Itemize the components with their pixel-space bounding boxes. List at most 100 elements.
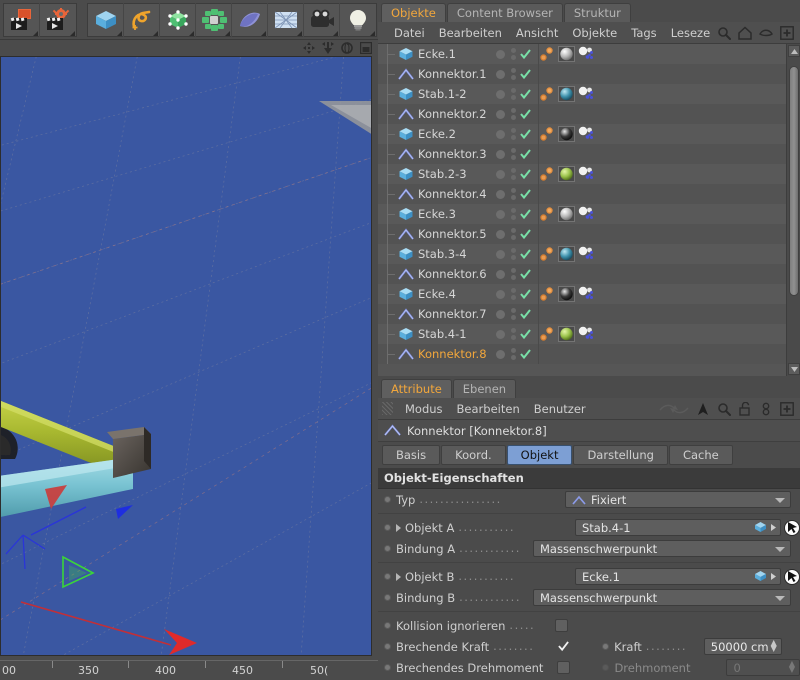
material-orange-dots[interactable] <box>538 286 555 302</box>
bindung-b-dropdown[interactable]: Massenschwerpunkt <box>533 589 791 606</box>
render-dots[interactable] <box>511 68 516 80</box>
object-row[interactable]: Konnektor.3 <box>378 144 786 164</box>
object-row[interactable]: Stab.1-2 <box>378 84 786 104</box>
panel-grip[interactable] <box>382 402 393 415</box>
material-orange-dots[interactable] <box>538 326 555 342</box>
plus-box-icon[interactable] <box>780 401 794 416</box>
object-row[interactable]: Stab.3-4 <box>378 244 786 264</box>
material-sphere-white[interactable] <box>558 206 575 222</box>
expand-arrow-icon[interactable] <box>396 572 401 581</box>
enabled-check-icon[interactable] <box>520 148 531 160</box>
camera-button[interactable] <box>304 2 340 37</box>
scroll-up-arrow[interactable] <box>788 45 800 57</box>
object-row[interactable]: Konnektor.2 <box>378 104 786 124</box>
visibility-dot[interactable] <box>496 149 505 159</box>
object-row[interactable]: Konnektor.6 <box>378 264 786 284</box>
enabled-check-icon[interactable] <box>520 328 531 340</box>
eye-icon[interactable] <box>759 26 774 40</box>
pick-object-b-button[interactable] <box>784 568 800 585</box>
render-dots[interactable] <box>511 268 516 280</box>
tab-content-browser[interactable]: Content Browser <box>446 3 563 22</box>
visibility-dot[interactable] <box>496 69 505 79</box>
object-row[interactable]: Ecke.4 <box>378 284 786 304</box>
scroll-down-arrow[interactable] <box>788 363 800 375</box>
chain-link-icon[interactable] <box>759 402 773 416</box>
enabled-check-icon[interactable] <box>520 68 531 80</box>
menu-leseze[interactable]: Leseze <box>664 22 717 44</box>
maximize-viewport-icon[interactable] <box>360 42 372 54</box>
menu-modus[interactable]: Modus <box>398 398 450 420</box>
object-row[interactable]: Stab.4-1 <box>378 324 786 344</box>
material-sphere-green[interactable] <box>558 326 575 342</box>
visibility-dot[interactable] <box>496 109 505 119</box>
property-tab-koord-[interactable]: Koord. <box>441 445 506 465</box>
pointer-up-icon[interactable] <box>696 402 710 416</box>
visibility-dot[interactable] <box>496 309 505 319</box>
property-tab-objekt[interactable]: Objekt <box>506 445 573 465</box>
visibility-dot[interactable] <box>496 329 505 339</box>
animate-dot[interactable] <box>384 496 391 503</box>
tab-struktur[interactable]: Struktur <box>563 3 631 22</box>
material-orange-dots[interactable] <box>538 46 555 62</box>
timeline-ruler[interactable]: 00 350 400 450 50( <box>0 660 378 680</box>
drehmoment-input[interactable]: 0 ▲ ▼ <box>726 659 800 676</box>
drehmoment-stepper[interactable]: ▲ ▼ <box>789 660 795 674</box>
visibility-dot[interactable] <box>496 249 505 259</box>
enabled-check-icon[interactable] <box>520 248 531 260</box>
object-row[interactable]: Ecke.1 <box>378 44 786 64</box>
property-tab-cache[interactable]: Cache <box>668 445 733 465</box>
render-dots[interactable] <box>511 48 516 60</box>
simulate-settings-button[interactable] <box>40 3 76 37</box>
objekt-b-link-field[interactable]: Ecke.1 <box>575 568 781 585</box>
menu-benutzer[interactable]: Benutzer <box>527 398 593 420</box>
dolly-icon[interactable] <box>322 42 334 54</box>
render-dots[interactable] <box>511 88 516 100</box>
menu-datei[interactable]: Datei <box>387 22 432 44</box>
objekt-a-link-field[interactable]: Stab.4-1 <box>575 519 781 536</box>
enabled-check-icon[interactable] <box>520 108 531 120</box>
animate-dot[interactable] <box>384 594 391 601</box>
render-dots[interactable] <box>511 308 516 320</box>
material-orange-dots[interactable] <box>538 206 555 222</box>
enabled-check-icon[interactable] <box>520 188 531 200</box>
unlock-icon[interactable] <box>738 401 752 416</box>
material-sphere-green[interactable] <box>558 166 575 182</box>
tag-dots-blue[interactable] <box>578 86 595 102</box>
material-orange-dots[interactable] <box>538 166 555 182</box>
object-row[interactable]: Konnektor.4 <box>378 184 786 204</box>
tag-dots-blue[interactable] <box>578 46 595 62</box>
tag-dots-blue[interactable] <box>578 326 595 342</box>
tab-ebenen[interactable]: Ebenen <box>452 379 517 398</box>
material-sphere-black[interactable] <box>558 126 575 142</box>
animate-dot[interactable] <box>602 643 610 650</box>
array-button[interactable] <box>196 2 232 37</box>
nurbs-button[interactable] <box>160 2 196 37</box>
scene-button[interactable] <box>268 2 304 37</box>
tag-dots-blue[interactable] <box>578 206 595 222</box>
enabled-check-icon[interactable] <box>520 48 531 60</box>
enabled-check-icon[interactable] <box>520 348 531 360</box>
brechende-kraft-checkbox[interactable] <box>557 640 570 653</box>
menu-objekte[interactable]: Objekte <box>565 22 624 44</box>
material-orange-dots[interactable] <box>538 126 555 142</box>
visibility-dot[interactable] <box>496 49 505 59</box>
material-sphere-teal[interactable] <box>558 86 575 102</box>
render-dots[interactable] <box>511 248 516 260</box>
render-dots[interactable] <box>511 348 516 360</box>
tag-dots-blue[interactable] <box>578 286 595 302</box>
enabled-check-icon[interactable] <box>520 128 531 140</box>
menu-tags[interactable]: Tags <box>624 22 663 44</box>
animate-dot[interactable] <box>602 664 610 671</box>
object-row[interactable]: Konnektor.5 <box>378 224 786 244</box>
animate-dot[interactable] <box>384 524 391 531</box>
home-icon[interactable] <box>738 25 752 40</box>
scrollbar-thumb[interactable] <box>789 66 799 296</box>
light-button[interactable] <box>340 3 376 37</box>
bindung-a-dropdown[interactable]: Massenschwerpunkt <box>533 540 791 557</box>
search-icon[interactable] <box>717 26 732 40</box>
object-row[interactable]: Konnektor.8 <box>378 344 786 364</box>
object-row[interactable]: Konnektor.1 <box>378 64 786 84</box>
material-sphere-white[interactable] <box>558 46 575 62</box>
visibility-dot[interactable] <box>496 229 505 239</box>
animate-dot[interactable] <box>384 573 391 580</box>
